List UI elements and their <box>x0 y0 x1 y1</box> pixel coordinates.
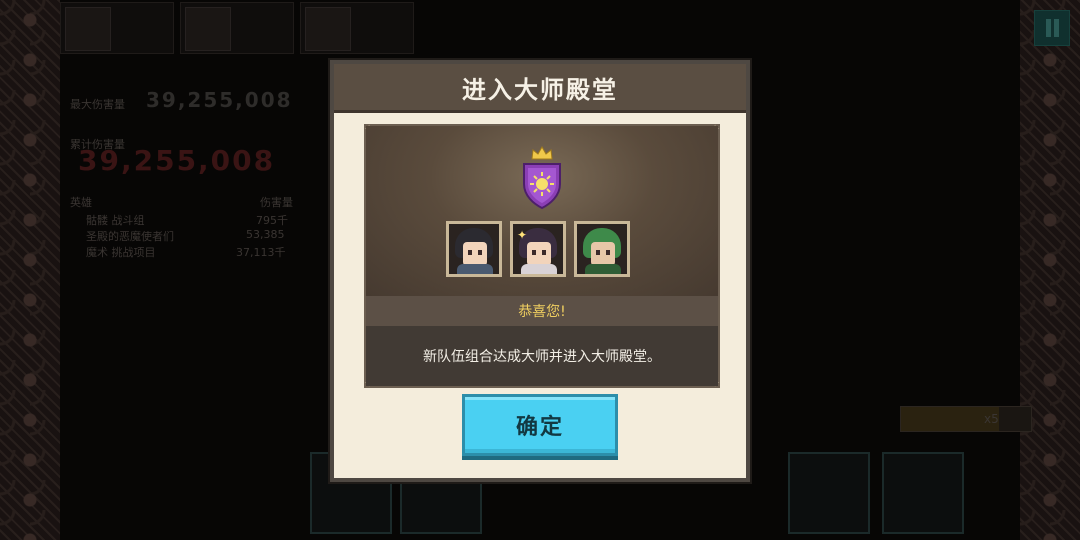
pause-icon[interactable] <box>1034 10 1070 46</box>
master-hall-dialog: 进入大师殿堂 ✦ ✦ ✦ ✦ <box>330 60 750 482</box>
right-lace-border <box>1020 0 1080 540</box>
dialog-title: 进入大师殿堂 <box>462 75 618 104</box>
hero-portrait <box>574 221 630 277</box>
top-hero-card-2 <box>180 2 294 54</box>
message-area: 新队伍组合达成大师并进入大师殿堂。 <box>366 326 718 386</box>
total-value: 39,255,008 <box>78 144 276 177</box>
stats-row-name: 骷髅 战斗组 <box>86 214 145 227</box>
emblem-area: ✦ <box>366 126 718 296</box>
score-label: 最大伤害量 <box>70 98 125 111</box>
congrats-text: 恭喜您! <box>518 304 566 320</box>
skill-slot[interactable] <box>788 452 870 534</box>
confirm-button[interactable]: 确定 <box>462 394 618 456</box>
shield-emblem-icon <box>523 163 561 210</box>
stats-row-name: 魔术 挑战项目 <box>86 246 156 259</box>
top-hero-card-3 <box>300 2 414 54</box>
team-portraits: ✦ <box>446 221 630 277</box>
skill-slot[interactable] <box>882 452 964 534</box>
stats-row-value: 37,113千 <box>236 246 286 259</box>
stats-header-left: 英雄 <box>70 196 92 209</box>
dialog-header: 进入大师殿堂 <box>334 64 746 113</box>
stats-row-value: 795千 <box>256 214 288 227</box>
reward-panel: ✦ ✦ ✦ ✦ <box>364 123 720 389</box>
progress-bar <box>900 406 1032 432</box>
left-lace-border <box>0 0 60 540</box>
score-value: 39,255,008 <box>146 88 293 112</box>
top-hero-card-1 <box>60 2 174 54</box>
confirm-button-label: 确定 <box>515 415 564 440</box>
stats-row-name: 圣殿的恶魔使者们 <box>86 230 174 243</box>
sparkle-icon: ✦ <box>517 228 528 242</box>
hero-portrait: ✦ <box>510 221 566 277</box>
message-text: 新队伍组合达成大师并进入大师殿堂。 <box>423 349 661 365</box>
crown-icon <box>531 146 553 160</box>
multiplier-badge: x5 <box>984 412 999 426</box>
congrats-band: 恭喜您! <box>366 296 718 326</box>
hero-portrait <box>446 221 502 277</box>
stats-row-value: 53,385 <box>246 228 285 241</box>
stats-header-right: 伤害量 <box>260 196 293 209</box>
